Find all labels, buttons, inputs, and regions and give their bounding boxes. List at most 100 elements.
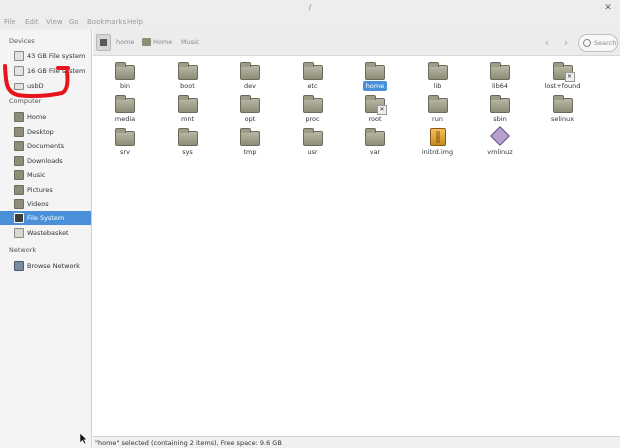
file-name-text: var (369, 148, 381, 156)
breadcrumb-music[interactable]: Music (178, 37, 203, 49)
folder-icon (240, 95, 260, 113)
file-name: opt (226, 115, 274, 123)
search-button[interactable]: Search (578, 34, 618, 52)
folder-icon (302, 62, 323, 80)
folder-icon (490, 95, 510, 113)
file-name-text: run (432, 115, 443, 123)
file-name: initrd.img (414, 148, 462, 156)
sidebar-item-label: usbD (27, 82, 44, 90)
file-name: boot (164, 82, 212, 90)
sidebar-item-wastebasket[interactable]: Wastebasket (0, 226, 91, 240)
file-item-lib64[interactable]: lib64 (476, 62, 524, 96)
sidebar-item-downloads[interactable]: Downloads (0, 154, 91, 168)
locked-folder-icon: ✕ (365, 95, 387, 115)
folder-icon (365, 128, 385, 146)
sidebar-item-43gb-filesystem[interactable]: 43 GB File system (0, 49, 91, 63)
file-item-initrd-img[interactable]: initrd.img (414, 128, 462, 162)
close-icon[interactable]: ✕ (602, 2, 614, 14)
file-item-sys[interactable]: sys (164, 128, 212, 162)
menu-view[interactable]: View (46, 18, 63, 26)
file-view[interactable]: bin boot dev etc home lib lib64 ✕ lost+found medi… (93, 56, 620, 436)
breadcrumb-label: Home (153, 38, 173, 46)
sidebar-item-browse-network[interactable]: Browse Network (0, 259, 91, 273)
menu-help[interactable]: Help (127, 18, 143, 26)
file-name-text: vmlinuz (487, 148, 513, 156)
sidebar-item-videos[interactable]: Videos (0, 197, 91, 211)
forward-arrow-icon[interactable]: › (558, 35, 574, 51)
file-item-media[interactable]: media (101, 95, 149, 129)
sidebar-item-16gb-filesystem[interactable]: 16 GB File system (0, 64, 91, 78)
folder-icon (490, 62, 510, 80)
file-item-bin[interactable]: bin (101, 62, 149, 96)
file-name: var (351, 148, 399, 156)
sidebar-item-music[interactable]: Music (0, 168, 91, 182)
sidebar-item-label: Documents (27, 142, 65, 150)
file-name-text: bin (119, 82, 131, 90)
file-name-text: dev (244, 82, 256, 90)
file-name: sbin (476, 115, 524, 123)
sidebar-heading-computer: Computer (9, 97, 42, 105)
folder-icon (115, 95, 135, 113)
file-name: lib64 (476, 82, 524, 90)
folder-icon (302, 95, 323, 113)
desktop-folder-icon (14, 127, 24, 137)
file-item-vmlinuz[interactable]: vmlinuz (476, 126, 524, 162)
menu-bar: File Edit View Go Bookmarks Help (0, 16, 620, 30)
file-name: srv (101, 148, 149, 156)
sidebar-item-label: Downloads (27, 157, 63, 165)
window-title: / (308, 3, 312, 12)
file-item-tmp[interactable]: tmp (226, 128, 274, 162)
file-name: run (414, 115, 462, 123)
drive-icon (14, 66, 24, 76)
file-item-root[interactable]: ✕ root (351, 95, 399, 129)
sidebar-item-desktop[interactable]: Desktop (0, 125, 91, 139)
trash-icon (14, 228, 24, 238)
file-item-boot[interactable]: boot (164, 62, 212, 96)
sidebar-item-label: Wastebasket (27, 229, 69, 237)
file-name-text: proc (305, 115, 320, 123)
menu-file[interactable]: File (4, 18, 16, 26)
breadcrumb-home-dir[interactable]: home (113, 37, 137, 49)
file-item-srv[interactable]: srv (101, 128, 149, 162)
file-item-home[interactable]: home (351, 62, 399, 96)
window-titlebar: / ✕ (0, 0, 620, 16)
sidebar-item-file-system[interactable]: File System (0, 211, 91, 225)
file-item-lost-found[interactable]: ✕ lost+found (539, 62, 587, 96)
folder-icon (365, 62, 385, 80)
folder-icon (177, 95, 198, 113)
file-name: home (351, 81, 399, 91)
file-name-text: initrd.img (421, 148, 454, 156)
file-item-etc[interactable]: etc (289, 62, 337, 96)
file-name-text: lib (433, 82, 442, 90)
sidebar-item-home[interactable]: Home (0, 110, 91, 124)
menu-bookmarks[interactable]: Bookmarks (87, 18, 126, 26)
sidebar-item-label: Home (27, 113, 47, 121)
drive-icon (100, 39, 107, 46)
breadcrumb-home[interactable]: Home (140, 37, 175, 49)
file-item-usr[interactable]: usr (289, 128, 337, 162)
sidebar-item-pictures[interactable]: Pictures (0, 183, 91, 197)
file-item-var[interactable]: var (351, 128, 399, 162)
file-item-run[interactable]: run (414, 95, 462, 129)
file-name: lib (414, 82, 462, 90)
back-arrow-icon[interactable]: ‹ (539, 35, 555, 51)
file-item-sbin[interactable]: sbin (476, 95, 524, 129)
sidebar-item-usbd[interactable]: usbD (0, 79, 91, 93)
sidebar-item-documents[interactable]: Documents (0, 139, 91, 153)
file-item-selinux[interactable]: selinux (539, 95, 587, 129)
file-name: selinux (539, 115, 587, 123)
home-folder-icon (142, 38, 151, 46)
sidebar-item-label: Pictures (27, 186, 53, 194)
file-item-dev[interactable]: dev (226, 62, 274, 96)
status-bar: "home" selected (containing 2 items), Fr… (93, 436, 620, 448)
file-item-proc[interactable]: proc (289, 95, 337, 129)
file-name: root (351, 115, 399, 123)
menu-edit[interactable]: Edit (25, 18, 39, 26)
file-item-opt[interactable]: opt (226, 95, 274, 129)
file-item-mnt[interactable]: mnt (164, 95, 212, 129)
status-text: "home" selected (containing 2 items), Fr… (95, 439, 282, 447)
file-name: mnt (164, 115, 212, 123)
menu-go[interactable]: Go (69, 18, 79, 26)
file-item-lib[interactable]: lib (414, 62, 462, 96)
root-location-button[interactable] (96, 34, 111, 51)
